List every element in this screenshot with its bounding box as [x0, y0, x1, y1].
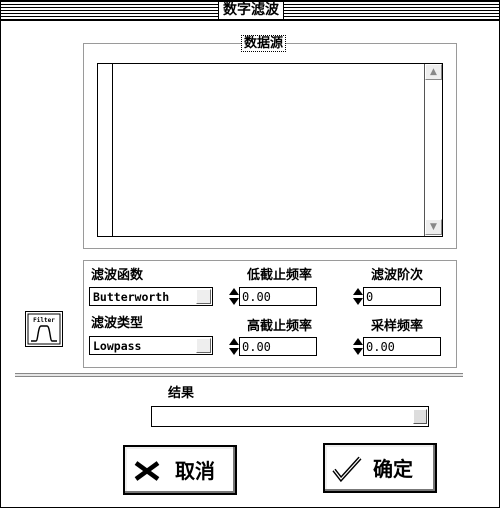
- scroll-down-button[interactable]: ▼: [425, 219, 442, 235]
- result-button[interactable]: [413, 409, 427, 424]
- low-cutoff-value: 0.00: [242, 290, 271, 304]
- spin-up-icon[interactable]: [229, 288, 239, 295]
- filter-curve-icon: Filter: [27, 313, 61, 345]
- cancel-label: 取消: [175, 459, 215, 483]
- high-cutoff-input[interactable]: 0.00: [239, 337, 317, 356]
- spin-up-icon[interactable]: [353, 288, 363, 295]
- sample-rate-label: 采样频率: [371, 319, 424, 334]
- low-cutoff-label: 低截止频率: [247, 268, 313, 283]
- title-bar[interactable]: 数字滤波: [1, 1, 499, 21]
- ok-label: 确定: [373, 457, 413, 481]
- x-icon: [134, 461, 160, 481]
- spin-up-icon[interactable]: [229, 338, 239, 345]
- high-cutoff-spinner[interactable]: [229, 337, 239, 357]
- scroll-down-icon: ▼: [430, 222, 437, 232]
- high-cutoff-label: 高截止频率: [247, 319, 313, 334]
- filter-function-label: 滤波函数: [91, 268, 144, 283]
- sample-rate-value: 0.00: [366, 340, 395, 354]
- spin-down-icon[interactable]: [353, 298, 363, 305]
- sample-rate-spinner[interactable]: [353, 337, 363, 357]
- checkmark-icon: [332, 456, 362, 483]
- filter-type-label: 滤波类型: [91, 316, 144, 331]
- filter-type-select[interactable]: Lowpass: [89, 336, 213, 355]
- filter-order-input[interactable]: 0: [363, 287, 441, 306]
- filter-dialog: 数字滤波 数据源 ▲ ▼ 滤波函数 Butterworth 滤波类型 Lowpa…: [0, 0, 500, 508]
- result-label: 结果: [168, 386, 195, 401]
- separator: [15, 373, 463, 377]
- filter-order-label: 滤波阶次: [371, 268, 424, 283]
- filter-type-value: Lowpass: [93, 339, 142, 353]
- low-cutoff-input[interactable]: 0.00: [239, 287, 317, 306]
- data-source-label: 数据源: [241, 35, 287, 52]
- vertical-scrollbar[interactable]: ▲ ▼: [424, 64, 442, 236]
- scroll-up-icon: ▲: [430, 67, 437, 77]
- sample-rate-input[interactable]: 0.00: [363, 337, 441, 356]
- filter-order-spinner[interactable]: [353, 287, 363, 307]
- high-cutoff-value: 0.00: [242, 340, 271, 354]
- cancel-button[interactable]: 取消: [123, 445, 237, 495]
- spin-up-icon[interactable]: [353, 338, 363, 345]
- spin-down-icon[interactable]: [229, 348, 239, 355]
- result-field[interactable]: [151, 406, 429, 427]
- filter-function-value: Butterworth: [93, 290, 170, 304]
- filter-function-select[interactable]: Butterworth: [89, 287, 213, 306]
- low-cutoff-spinner[interactable]: [229, 287, 239, 307]
- dropdown-button[interactable]: [196, 289, 211, 304]
- text-cursor-margin: [112, 64, 113, 236]
- dropdown-button[interactable]: [196, 338, 211, 353]
- window-title: 数字滤波: [218, 2, 284, 19]
- spin-down-icon[interactable]: [229, 298, 239, 305]
- filter-order-value: 0: [366, 290, 374, 304]
- filter-response-icon: Filter: [25, 311, 63, 347]
- filter-icon-caption: Filter: [33, 317, 55, 324]
- ok-button[interactable]: 确定: [323, 443, 437, 493]
- scroll-up-button[interactable]: ▲: [425, 64, 442, 80]
- spin-down-icon[interactable]: [353, 348, 363, 355]
- data-source-textarea[interactable]: ▲ ▼: [97, 63, 443, 237]
